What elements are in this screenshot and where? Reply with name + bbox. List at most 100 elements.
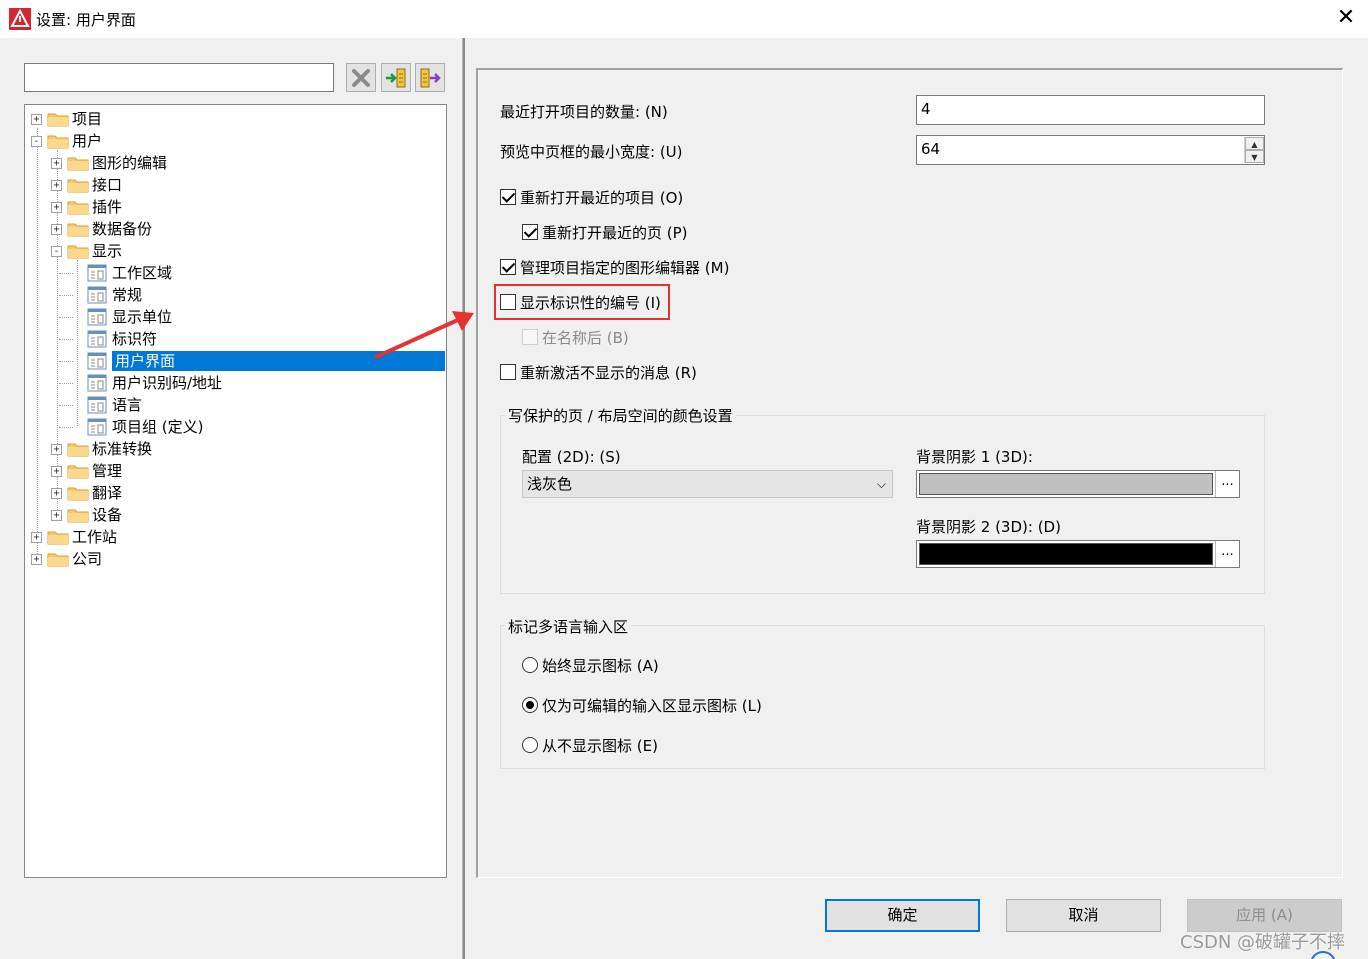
after-name-checkbox xyxy=(522,329,538,345)
bg-shade-2-swatch xyxy=(919,543,1213,565)
folder-icon xyxy=(67,465,89,479)
tree-item[interactable]: + 公司 xyxy=(25,548,445,570)
tree-item[interactable]: + 管理 xyxy=(25,460,445,482)
bg-shade-2-picker[interactable]: ... xyxy=(916,540,1240,568)
tree-item[interactable]: + 接口 xyxy=(25,174,445,196)
recent-count-label: 最近打开项目的数量: (N) xyxy=(500,103,668,121)
delete-button[interactable] xyxy=(346,63,376,92)
tree-connector xyxy=(59,383,73,384)
settings-page-icon xyxy=(87,264,107,282)
expand-icon[interactable]: + xyxy=(51,180,62,191)
expand-icon[interactable]: + xyxy=(51,488,62,499)
settings-tree[interactable]: + 项目 - 用户 + 图形的编辑 + 接口 + 插件 + 数据备份 - 显示 工作区域 常规 显示单位 标识符用… xyxy=(24,104,447,878)
tree-item-label: 工作区域 xyxy=(112,264,173,282)
tree-item[interactable]: - 显示 xyxy=(25,240,445,262)
cancel-button[interactable]: 取消 xyxy=(1006,899,1161,932)
settings-page-icon xyxy=(87,286,107,304)
expand-icon[interactable]: + xyxy=(51,444,62,455)
settings-page-icon xyxy=(87,396,107,414)
tree-item[interactable]: + 图形的编辑 xyxy=(25,152,445,174)
tree-item-label: 显示单位 xyxy=(112,308,173,326)
tree-connector xyxy=(59,405,73,406)
expand-icon[interactable]: + xyxy=(31,532,42,543)
expand-icon[interactable]: + xyxy=(51,224,62,235)
folder-icon xyxy=(67,487,89,501)
config-2d-select[interactable]: 浅灰色 ⌵ xyxy=(522,470,893,498)
spin-down-icon[interactable]: ▼ xyxy=(1245,150,1264,163)
recent-count-input[interactable]: 4 xyxy=(916,95,1265,125)
preview-width-label: 预览中页框的最小宽度: (U) xyxy=(500,143,683,161)
tree-item[interactable]: 用户识别码/地址 xyxy=(25,372,445,394)
bg-shade-1-picker[interactable]: ... xyxy=(916,470,1240,498)
ok-button[interactable]: 确定 xyxy=(825,899,980,932)
tree-item[interactable]: + 设备 xyxy=(25,504,445,526)
expand-icon[interactable]: + xyxy=(51,466,62,477)
folder-icon xyxy=(67,223,89,237)
window-title: 设置: 用户界面 xyxy=(36,11,136,29)
tree-item-label: 翻译 xyxy=(92,484,123,502)
annotation-arrow-icon xyxy=(374,311,474,359)
folder-icon xyxy=(47,113,69,127)
spin-up-icon[interactable]: ▲ xyxy=(1245,137,1264,150)
folder-icon xyxy=(47,135,69,149)
folder-icon xyxy=(67,443,89,457)
preview-width-input[interactable]: 64 xyxy=(916,135,1265,165)
tree-item[interactable]: 项目组 (定义) xyxy=(25,416,445,438)
tree-connector xyxy=(59,295,73,296)
tree-item[interactable]: 工作区域 xyxy=(25,262,445,284)
reopen-pages-checkbox[interactable] xyxy=(522,224,538,240)
folder-icon xyxy=(47,531,69,545)
manage-editor-checkbox[interactable] xyxy=(500,259,516,275)
tree-item-label: 设备 xyxy=(92,506,123,524)
bg-shade-2-browse-button[interactable]: ... xyxy=(1215,541,1239,567)
app-logo-icon xyxy=(9,8,31,30)
import-button[interactable] xyxy=(381,63,411,92)
multilang-group-title: 标记多语言输入区 xyxy=(505,616,632,637)
tree-item-label: 图形的编辑 xyxy=(92,154,168,172)
export-icon xyxy=(420,68,441,88)
tree-item[interactable]: 语言 xyxy=(25,394,445,416)
pane-splitter[interactable] xyxy=(462,38,465,959)
expand-icon[interactable]: + xyxy=(51,202,62,213)
expand-icon[interactable]: + xyxy=(51,158,62,169)
preview-width-spinner[interactable]: ▲ ▼ xyxy=(1244,137,1264,163)
radio-always-show-label: 始终显示图标 (A) xyxy=(542,657,659,675)
collapse-icon[interactable]: - xyxy=(51,246,62,257)
expand-icon[interactable]: + xyxy=(51,510,62,521)
tree-item-label: 语言 xyxy=(112,396,143,414)
tree-item[interactable]: + 工作站 xyxy=(25,526,445,548)
collapse-icon[interactable]: - xyxy=(31,136,42,147)
folder-icon xyxy=(47,553,69,567)
tree-item[interactable]: + 数据备份 xyxy=(25,218,445,240)
reopen-projects-checkbox[interactable] xyxy=(500,189,516,205)
bg-shade-1-label: 背景阴影 1 (3D): xyxy=(916,448,1033,466)
tree-item[interactable]: 常规 xyxy=(25,284,445,306)
export-button[interactable] xyxy=(415,63,445,92)
settings-page-icon xyxy=(87,330,107,348)
tree-item[interactable]: + 项目 xyxy=(25,108,445,130)
bg-shade-2-label: 背景阴影 2 (3D): (D) xyxy=(916,518,1061,536)
radio-never-show[interactable] xyxy=(522,737,538,753)
expand-icon[interactable]: + xyxy=(31,554,42,565)
tree-item-label: 用户识别码/地址 xyxy=(112,374,223,392)
tree-item[interactable]: + 标准转换 xyxy=(25,438,445,460)
close-button[interactable]: ✕ xyxy=(1331,2,1361,34)
bg-shade-1-browse-button[interactable]: ... xyxy=(1215,471,1239,497)
radio-editable-only[interactable] xyxy=(522,697,538,713)
reactivate-messages-checkbox[interactable] xyxy=(500,364,516,380)
bg-shade-1-swatch xyxy=(919,473,1213,495)
tree-item[interactable]: + 插件 xyxy=(25,196,445,218)
settings-page-icon xyxy=(87,308,107,326)
tree-item-label: 项目组 (定义) xyxy=(112,418,204,436)
radio-editable-only-label: 仅为可编辑的输入区显示图标 (L) xyxy=(542,697,762,715)
tree-filter-input[interactable] xyxy=(24,63,334,92)
tree-item[interactable]: - 用户 xyxy=(25,130,445,152)
chevron-down-icon: ⌵ xyxy=(876,477,886,491)
manage-editor-label: 管理项目指定的图形编辑器 (M) xyxy=(520,259,730,277)
radio-always-show[interactable] xyxy=(522,657,538,673)
folder-icon xyxy=(67,509,89,523)
expand-icon[interactable]: + xyxy=(31,114,42,125)
folder-icon xyxy=(67,201,89,215)
reopen-projects-label: 重新打开最近的项目 (O) xyxy=(520,189,684,207)
tree-item[interactable]: + 翻译 xyxy=(25,482,445,504)
